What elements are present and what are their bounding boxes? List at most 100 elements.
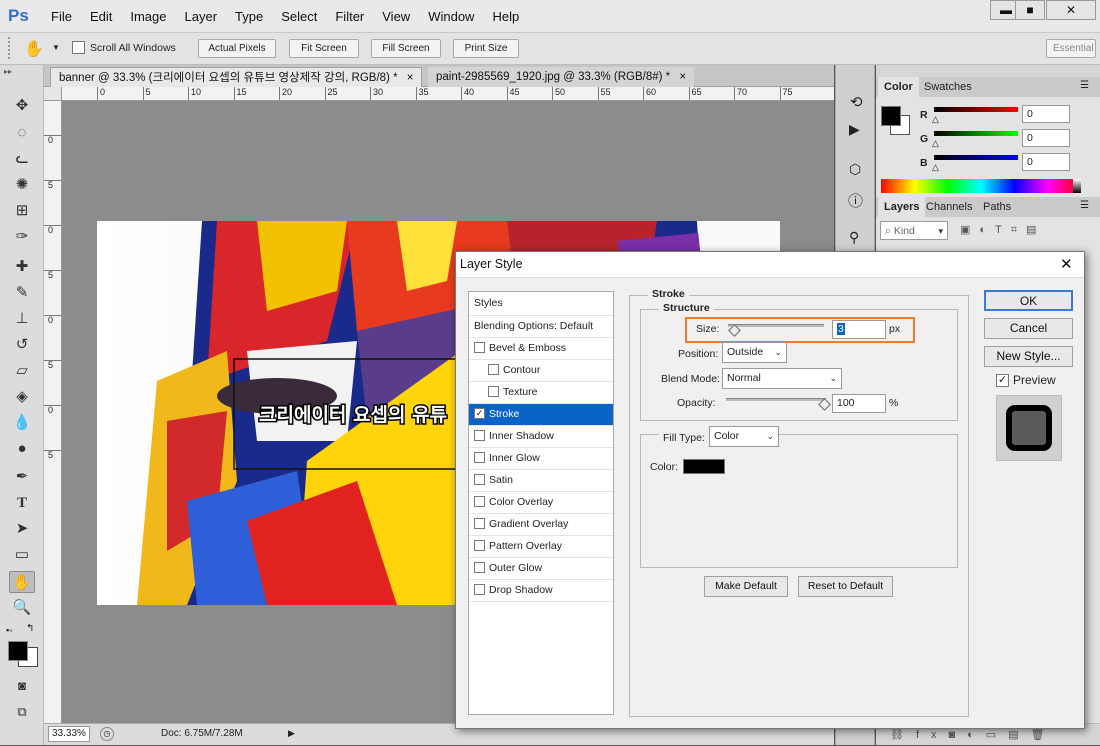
- channel-slider-thumb[interactable]: △: [932, 162, 939, 173]
- opacity-input[interactable]: 100: [832, 394, 886, 413]
- channel-slider-track[interactable]: [934, 155, 1018, 160]
- screen-mode-icon[interactable]: ⧉: [9, 701, 35, 723]
- eraser-tool-icon[interactable]: ▱: [9, 360, 35, 382]
- style-item-checkbox[interactable]: [474, 518, 485, 529]
- menu-window[interactable]: Window: [419, 0, 483, 33]
- default-colors-icon[interactable]: ▪▫: [6, 625, 12, 635]
- healing-brush-tool-icon[interactable]: ✚: [9, 256, 35, 278]
- paint-bucket-tool-icon[interactable]: ◈: [9, 386, 35, 408]
- layer-filter-kind[interactable]: ⌕ Kind ▾: [880, 221, 948, 240]
- style-item-pattern-overlay[interactable]: Pattern Overlay: [469, 536, 613, 558]
- quick-mask-icon[interactable]: ◙: [9, 675, 35, 697]
- preview-checkbox[interactable]: ✓: [996, 373, 1009, 387]
- style-item-drop-shadow[interactable]: Drop Shadow: [469, 580, 613, 602]
- menu-file[interactable]: File: [42, 0, 81, 33]
- style-item-stroke[interactable]: ✓ Stroke: [469, 404, 613, 426]
- panel-menu-icon[interactable]: ☰: [1080, 80, 1089, 91]
- tab-paths[interactable]: Paths: [977, 197, 1017, 217]
- preview-option[interactable]: ✓ Preview: [996, 373, 1056, 387]
- hand-tool-icon[interactable]: ✋: [9, 571, 35, 593]
- position-select[interactable]: Outside ⌄: [722, 342, 787, 363]
- actual-pixels-button[interactable]: Actual Pixels: [198, 39, 276, 58]
- tab-close-icon[interactable]: ×: [679, 71, 686, 83]
- rectangle-tool-icon[interactable]: ▭: [9, 544, 35, 566]
- workspace-switcher[interactable]: Essential: [1046, 39, 1096, 58]
- brush-presets-icon[interactable]: ⚲: [849, 229, 859, 246]
- tab-paint-jpg[interactable]: paint-2985569_1920.jpg @ 33.3% (RGB/8#) …: [428, 67, 695, 87]
- style-item-outer-glow[interactable]: Outer Glow: [469, 558, 613, 580]
- hand-tool-preset-icon[interactable]: ✋: [24, 39, 44, 59]
- status-info-icon[interactable]: ◷: [100, 727, 114, 741]
- status-menu-arrow-icon[interactable]: ▶: [288, 728, 295, 739]
- ok-button[interactable]: OK: [984, 290, 1073, 311]
- crop-tool-icon[interactable]: ⊞: [9, 200, 35, 222]
- window-close-button[interactable]: ✕: [1046, 0, 1096, 20]
- fill-type-select[interactable]: Color ⌄: [709, 426, 779, 447]
- channel-slider-thumb[interactable]: △: [932, 138, 939, 149]
- fit-screen-button[interactable]: Fit Screen: [289, 39, 359, 58]
- dialog-close-icon[interactable]: ✕: [1060, 255, 1073, 273]
- foreground-color-swatch[interactable]: [8, 641, 28, 661]
- channel-value-input[interactable]: 0: [1022, 129, 1070, 147]
- zoom-tool-icon[interactable]: 🔍: [9, 597, 35, 619]
- magic-wand-tool-icon[interactable]: ✺: [9, 174, 35, 196]
- style-item-gradient-overlay[interactable]: Gradient Overlay: [469, 514, 613, 536]
- type-tool-icon[interactable]: T: [9, 492, 35, 514]
- channel-slider-track[interactable]: [934, 107, 1018, 112]
- pen-tool-icon[interactable]: ✒: [9, 466, 35, 488]
- blend-mode-select[interactable]: Normal ⌄: [722, 368, 842, 389]
- tab-banner[interactable]: banner @ 33.3% (크리에이터 요셉의 유튜브 영상제작 강의, R…: [50, 67, 423, 87]
- channel-value-input[interactable]: 0: [1022, 153, 1070, 171]
- new-style-button[interactable]: New Style...: [984, 346, 1073, 367]
- reset-to-default-button[interactable]: Reset to Default: [798, 576, 893, 597]
- menu-image[interactable]: Image: [121, 0, 175, 33]
- color-spectrum[interactable]: [881, 179, 1081, 193]
- lasso-tool-icon[interactable]: ᓚ: [9, 148, 35, 170]
- blending-options-item[interactable]: Blending Options: Default: [469, 316, 613, 338]
- history-panel-icon[interactable]: ⟲: [850, 93, 863, 111]
- tab-layers[interactable]: Layers: [878, 197, 926, 217]
- print-size-button[interactable]: Print Size: [453, 39, 519, 58]
- menu-layer[interactable]: Layer: [176, 0, 227, 33]
- style-item-contour[interactable]: Contour: [469, 360, 613, 382]
- history-brush-tool-icon[interactable]: ↺: [9, 334, 35, 356]
- menu-select[interactable]: Select: [272, 0, 326, 33]
- style-item-bevel-emboss[interactable]: Bevel & Emboss: [469, 338, 613, 360]
- menu-edit[interactable]: Edit: [81, 0, 121, 33]
- zoom-level-field[interactable]: 33.33%: [48, 726, 90, 742]
- blur-tool-icon[interactable]: 💧: [9, 412, 35, 434]
- style-item-satin[interactable]: Satin: [469, 470, 613, 492]
- tab-swatches[interactable]: Swatches: [918, 77, 978, 97]
- menu-filter[interactable]: Filter: [326, 0, 373, 33]
- eyedropper-tool-icon[interactable]: ✑: [9, 226, 35, 248]
- menu-help[interactable]: Help: [483, 0, 528, 33]
- style-item-checkbox[interactable]: [474, 474, 485, 485]
- opacity-slider-track[interactable]: [726, 398, 826, 401]
- path-selection-tool-icon[interactable]: ➤: [9, 518, 35, 540]
- panel-menu-icon[interactable]: ☰: [1080, 200, 1089, 211]
- channel-slider-thumb[interactable]: △: [932, 114, 939, 125]
- style-item-checkbox[interactable]: [474, 452, 485, 463]
- stroke-color-swatch[interactable]: [683, 459, 725, 474]
- style-item-checkbox[interactable]: ✓: [474, 408, 485, 419]
- tab-channels[interactable]: Channels: [920, 197, 978, 217]
- style-item-checkbox[interactable]: [474, 562, 485, 573]
- style-item-checkbox[interactable]: [474, 430, 485, 441]
- channel-value-input[interactable]: 0: [1022, 105, 1070, 123]
- marquee-tool-icon[interactable]: ◌: [9, 122, 35, 144]
- tab-color[interactable]: Color: [878, 77, 919, 97]
- menu-view[interactable]: View: [373, 0, 419, 33]
- style-item-checkbox[interactable]: [474, 342, 485, 353]
- clone-stamp-tool-icon[interactable]: ⊥: [9, 308, 35, 330]
- dodge-tool-icon[interactable]: ●: [9, 438, 35, 460]
- make-default-button[interactable]: Make Default: [704, 576, 788, 597]
- tab-close-icon[interactable]: ×: [407, 72, 414, 84]
- move-tool-icon[interactable]: ✥: [9, 95, 35, 117]
- style-item-checkbox[interactable]: [488, 386, 499, 397]
- style-item-checkbox[interactable]: [474, 584, 485, 595]
- maximize-button[interactable]: ■: [1015, 0, 1045, 20]
- color-fg-swatch[interactable]: [881, 106, 901, 126]
- styles-header[interactable]: Styles: [469, 292, 613, 316]
- style-item-inner-shadow[interactable]: Inner Shadow: [469, 426, 613, 448]
- style-item-color-overlay[interactable]: Color Overlay: [469, 492, 613, 514]
